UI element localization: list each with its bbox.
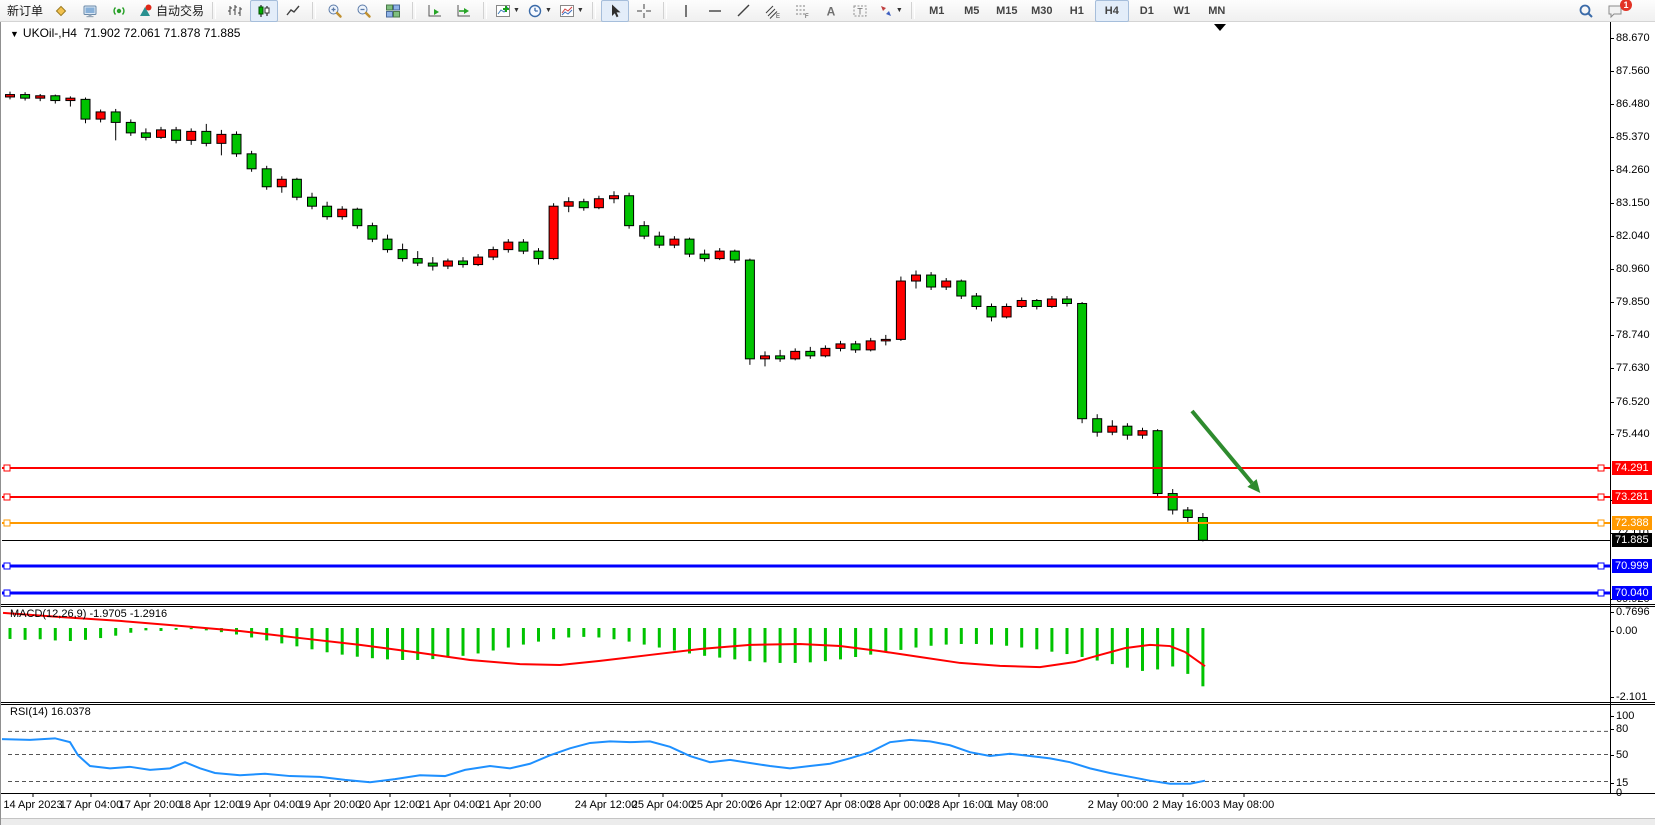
zoom-in-button[interactable] xyxy=(321,0,349,22)
timeframe-M30[interactable]: M30 xyxy=(1025,0,1059,22)
svg-text:T: T xyxy=(857,6,863,16)
dropdown-caret-icon: ▼ xyxy=(896,7,903,14)
indicators-icon xyxy=(495,3,511,19)
autotrade-button[interactable]: 自动交易 xyxy=(134,0,207,22)
chart-shift-button[interactable] xyxy=(450,0,478,22)
line-chart-button[interactable] xyxy=(279,0,307,22)
cursor-icon xyxy=(607,3,623,19)
signal-button[interactable] xyxy=(105,0,133,22)
timeframe-W1[interactable]: W1 xyxy=(1165,0,1199,22)
fibonacci-button[interactable]: F xyxy=(788,0,816,22)
trendline-button[interactable] xyxy=(730,0,758,22)
timeframe-MN[interactable]: MN xyxy=(1200,0,1234,22)
auto-scroll-button[interactable] xyxy=(421,0,449,22)
text-button[interactable]: A xyxy=(817,0,845,22)
chart-window-button[interactable] xyxy=(76,0,104,22)
svg-text:F: F xyxy=(805,14,809,19)
dropdown-caret-icon: ▼ xyxy=(513,7,520,14)
candlestick-chart-button[interactable] xyxy=(250,0,278,22)
text-label-icon: T xyxy=(852,3,868,19)
search-button[interactable] xyxy=(1572,0,1600,22)
zoom-out-button[interactable] xyxy=(350,0,378,22)
zoom-in-icon xyxy=(327,3,343,19)
indicators-button[interactable]: ▼ xyxy=(492,0,523,22)
toolbar-separator xyxy=(212,2,216,19)
timeframe-H4[interactable]: H4 xyxy=(1095,0,1129,22)
templates-button[interactable]: ▼ xyxy=(556,0,587,22)
bar-chart-button[interactable] xyxy=(221,0,249,22)
toolbar-separator xyxy=(312,2,316,19)
line-chart-icon xyxy=(285,3,301,19)
timeframe-M1[interactable]: M1 xyxy=(920,0,954,22)
vertical-line-icon xyxy=(678,3,694,19)
svg-text:E: E xyxy=(776,14,780,19)
timeframe-D1[interactable]: D1 xyxy=(1130,0,1164,22)
candlestick-chart-icon xyxy=(256,3,272,19)
vertical-line-button[interactable] xyxy=(672,0,700,22)
autotrade-icon xyxy=(137,3,153,19)
timeframe-M5[interactable]: M5 xyxy=(955,0,989,22)
toolbar-separator xyxy=(911,2,915,19)
toolbar-separator xyxy=(412,2,416,19)
horizontal-line-button[interactable] xyxy=(701,0,729,22)
fibonacci-icon: F xyxy=(794,3,810,19)
main-toolbar: 新订单 自动交易 ▼ ▼ xyxy=(0,0,1655,22)
toolbar-separator xyxy=(483,2,487,19)
clock-icon xyxy=(527,3,543,19)
monitor-icon xyxy=(82,3,98,19)
toolbar-separator xyxy=(592,2,596,19)
cursor-button[interactable] xyxy=(601,0,629,22)
notifications-button[interactable]: 1 xyxy=(1601,0,1629,22)
dropdown-caret-icon: ▼ xyxy=(577,7,584,14)
text-icon: A xyxy=(823,3,839,19)
template-icon xyxy=(559,3,575,19)
dropdown-caret-icon: ▼ xyxy=(545,7,552,14)
chart-shift-icon xyxy=(456,3,472,19)
search-icon xyxy=(1578,3,1594,19)
svg-text:A: A xyxy=(827,4,836,18)
crosshair-button[interactable] xyxy=(630,0,658,22)
tile-windows-icon xyxy=(385,3,401,19)
gold-diamond-icon xyxy=(53,3,69,19)
equidistant-channel-button[interactable]: E xyxy=(759,0,787,22)
periods-button[interactable]: ▼ xyxy=(524,0,555,22)
crosshair-icon xyxy=(636,3,652,19)
arrows-button[interactable]: ▼ xyxy=(875,0,906,22)
signal-icon xyxy=(111,3,127,19)
notification-badge: 1 xyxy=(1620,0,1632,11)
zoom-out-icon xyxy=(356,3,372,19)
timeframe-H1[interactable]: H1 xyxy=(1060,0,1094,22)
new-order-icon[interactable] xyxy=(47,0,75,22)
chart-frame xyxy=(0,22,1655,825)
auto-scroll-icon xyxy=(427,3,443,19)
horizontal-line-icon xyxy=(707,3,723,19)
bar-chart-icon xyxy=(227,3,243,19)
new-order-button[interactable]: 新订单 xyxy=(4,0,46,22)
tile-windows-button[interactable] xyxy=(379,0,407,22)
equidistant-channel-icon: E xyxy=(765,3,781,19)
trendline-icon xyxy=(736,3,752,19)
arrows-icon xyxy=(878,3,894,19)
timeframe-bar: M1M5M15M30H1H4D1W1MN xyxy=(920,0,1234,22)
toolbar-separator xyxy=(663,2,667,19)
chart-window[interactable]: ▼UKOil-,H4 71.902 72.061 71.878 71.885 M… xyxy=(0,0,1655,825)
timeframe-M15[interactable]: M15 xyxy=(990,0,1024,22)
text-label-button[interactable]: T xyxy=(846,0,874,22)
